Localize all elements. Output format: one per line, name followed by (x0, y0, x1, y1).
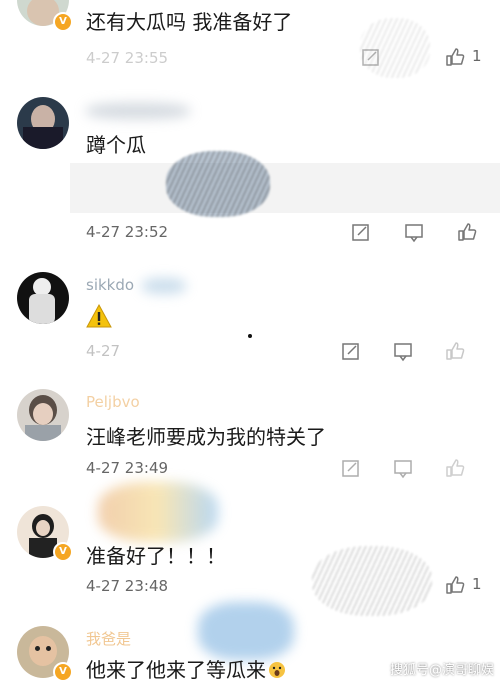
scribble-redaction (360, 18, 430, 78)
username[interactable]: 我爸是 (86, 628, 131, 649)
scribble-redaction (198, 602, 294, 660)
like-thumb-icon[interactable] (444, 46, 466, 68)
warning-emoji-icon (86, 303, 112, 328)
repost-icon[interactable] (403, 221, 425, 243)
like-count: 1 (472, 47, 482, 65)
comment-actions: 1 (340, 574, 500, 598)
comment-actions (340, 221, 500, 245)
avatar[interactable] (17, 272, 69, 324)
comment-text: 还有大瓜吗 我准备好了 (86, 10, 293, 34)
like-count: 1 (472, 575, 482, 593)
scream-emoji-icon (269, 662, 285, 678)
quoted-original-post[interactable] (70, 163, 500, 213)
verified-badge-icon: V (53, 12, 73, 32)
username[interactable]: sikkdo (86, 276, 134, 294)
watermark: 搜狐号@演哥聊娱 (390, 663, 495, 678)
comment-reply-icon[interactable] (340, 457, 362, 479)
like-thumb-icon[interactable] (444, 457, 466, 479)
repost-icon[interactable] (392, 457, 414, 479)
verified-badge-icon: V (53, 542, 73, 562)
comment-time: 4-27 23:48 (86, 577, 169, 595)
comment-actions (340, 340, 500, 364)
comment-actions (340, 457, 500, 481)
comment-reply-icon[interactable] (350, 221, 372, 243)
comment-time: 4-27 23:52 (86, 223, 169, 241)
username[interactable]: Peljbvo (86, 393, 140, 411)
avatar[interactable] (17, 97, 69, 149)
username-redaction (142, 278, 186, 294)
scribble-redaction (166, 151, 270, 217)
scribble-redaction (98, 482, 218, 542)
comment-text: 蹲个瓜 (86, 133, 146, 157)
like-thumb-icon[interactable] (456, 221, 478, 243)
repost-icon[interactable] (392, 340, 414, 362)
comment-text: 汪峰老师要成为我的特关了 (86, 425, 326, 449)
comment-text: 他来了他来了等瓜来 (86, 654, 286, 683)
comment-time: 4-27 (86, 342, 121, 360)
comment-time: 4-27 23:49 (86, 459, 169, 477)
comment-time: 4-27 23:55 (86, 49, 169, 67)
like-thumb-icon[interactable] (444, 340, 466, 362)
avatar[interactable] (17, 389, 69, 441)
verified-badge-icon: V (53, 662, 73, 682)
username-redaction (86, 103, 190, 119)
like-thumb-icon[interactable] (444, 574, 466, 596)
comment-text: 准备好了！！！ (86, 544, 226, 568)
stray-dot (248, 334, 252, 338)
comment-reply-icon[interactable] (340, 340, 362, 362)
